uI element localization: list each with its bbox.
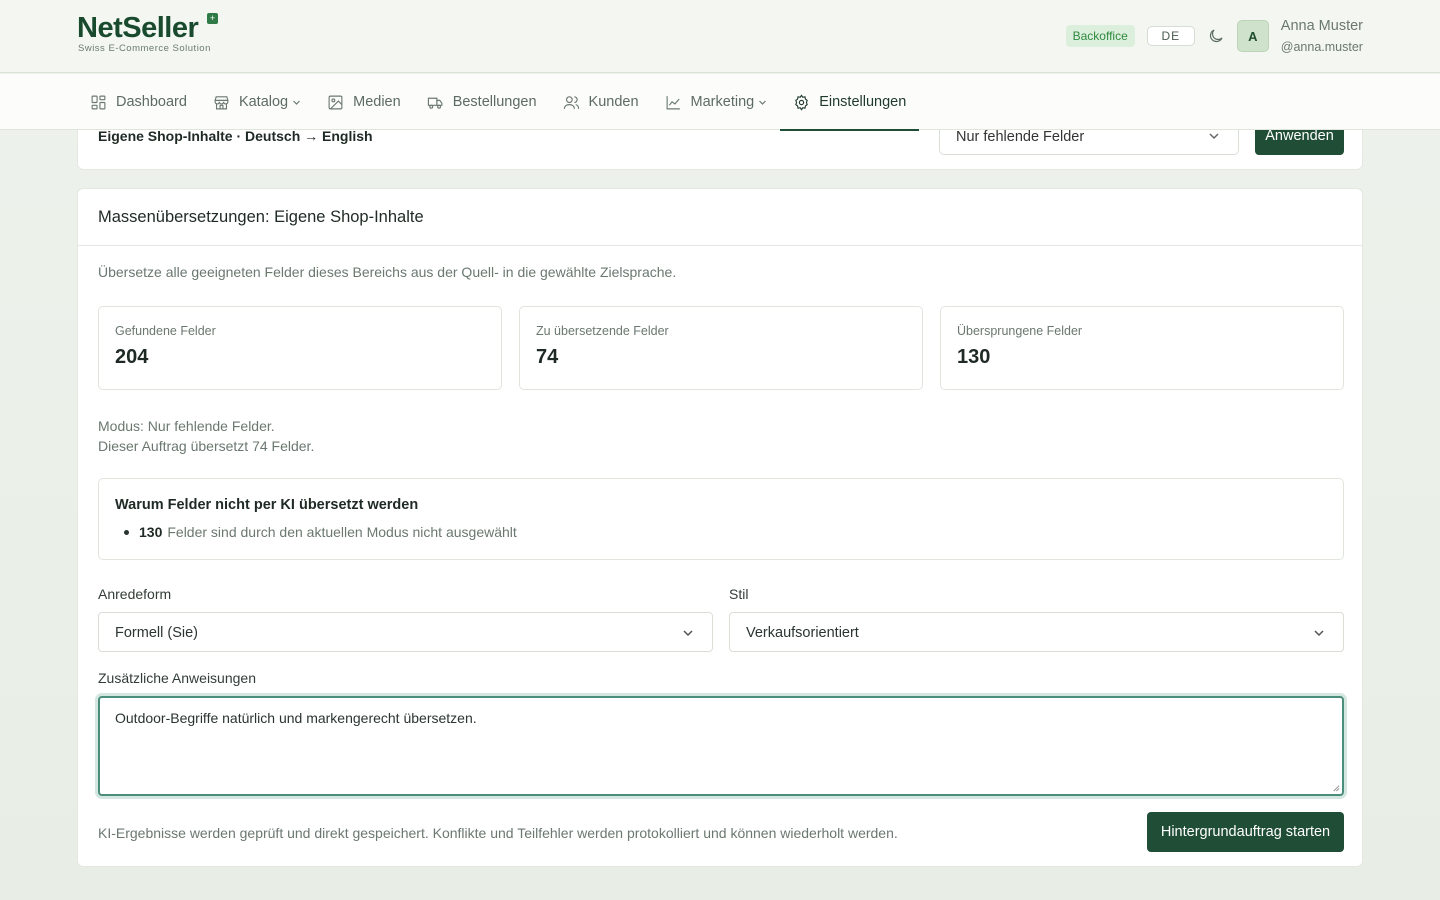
nav-label: Dashboard	[116, 94, 187, 110]
store-icon	[214, 95, 229, 109]
gear-icon	[795, 93, 809, 111]
backoffice-badge: Backoffice	[1065, 25, 1135, 47]
mode-line: Modus: Nur fehlende Felder.	[98, 418, 275, 434]
instructions-value: Outdoor-Begriffe natürlich und markenger…	[115, 710, 477, 726]
stat-label: Zu übersetzende Felder	[536, 324, 669, 338]
skip-reasons-box: Warum Felder nicht per KI übersetzt werd…	[98, 478, 1344, 560]
skip-reason-text: Felder sind durch den aktuellen Modus ni…	[167, 524, 517, 540]
image-icon	[328, 95, 343, 109]
card-title: Massenübersetzungen: Eigene Shop-Inhalte	[78, 189, 1362, 246]
nav-item-bestellungen[interactable]: Bestellungen	[414, 74, 550, 130]
stat-skipped-fields: Übersprungene Felder 130	[940, 306, 1344, 390]
stat-found-fields: Gefundene Felder 204	[98, 306, 502, 390]
chevron-down-icon	[293, 100, 301, 105]
nav-item-katalog[interactable]: Katalog	[200, 74, 314, 130]
stil-select-value: Verkaufsorientiert	[746, 625, 859, 641]
brand-name-part2: Seller	[122, 12, 199, 44]
nav-item-medien[interactable]: Medien	[314, 74, 414, 130]
bulk-translation-card: Massenübersetzungen: Eigene Shop-Inhalte…	[77, 188, 1363, 867]
scope-breadcrumb: Eigene Shop-Inhalte · Deutsch → English	[98, 128, 373, 144]
mode-summary: Modus: Nur fehlende Felder. Dieser Auftr…	[98, 416, 314, 456]
nav-label: Marketing	[690, 94, 755, 110]
anrede-label: Anredeform	[98, 586, 172, 602]
brand-plus-badge: +	[207, 13, 218, 24]
intro-text: Übersetze alle geeigneten Felder dieses …	[98, 264, 677, 280]
user-info[interactable]: Anna Muster @anna.muster	[1281, 19, 1363, 53]
stil-select[interactable]: Verkaufsorientiert	[729, 612, 1344, 652]
header-actions: Backoffice DE A Anna Muster @anna.muster	[1065, 19, 1363, 53]
main-navigation: Dashboard Katalog Medien Bestellungen Ku…	[0, 74, 1440, 131]
moon-icon[interactable]	[1207, 27, 1225, 45]
stats-row: Gefundene Felder 204 Zu übersetzende Fel…	[98, 306, 1344, 390]
chevron-down-icon	[759, 100, 767, 105]
language-switch[interactable]: DE	[1146, 26, 1195, 46]
nav-label: Einstellungen	[819, 94, 907, 110]
anrede-select[interactable]: Formell (Sie)	[98, 612, 713, 652]
nav-item-kunden[interactable]: Kunden	[550, 74, 652, 130]
nav-label: Kunden	[588, 94, 639, 110]
nav-label: Bestellungen	[452, 94, 537, 110]
stat-value: 74	[536, 346, 559, 368]
instructions-label: Zusätzliche Anweisungen	[98, 670, 256, 686]
chevron-down-icon	[1209, 133, 1219, 140]
nav-item-marketing[interactable]: Marketing	[652, 74, 781, 130]
brand-logo[interactable]: NetSeller + Swiss E-Commerce Solution	[77, 12, 218, 54]
anrede-select-value: Formell (Sie)	[115, 625, 198, 641]
skip-count: 130	[139, 524, 163, 540]
dashboard-icon	[91, 95, 106, 109]
resize-handle-icon[interactable]	[1331, 783, 1340, 792]
chevron-down-icon	[1314, 630, 1324, 637]
brand-name-part1: Net	[77, 12, 123, 44]
stat-value: 130	[957, 346, 991, 368]
list-item: 130 Felder sind durch den aktuellen Modu…	[115, 524, 1327, 540]
job-count-line: Dieser Auftrag übersetzt 74 Felder.	[98, 438, 315, 454]
avatar[interactable]: A	[1236, 20, 1269, 52]
brand-tagline: Swiss E-Commerce Solution	[78, 43, 211, 54]
nav-label: Medien	[353, 94, 401, 110]
chevron-down-icon	[683, 630, 693, 637]
stat-label: Übersprungene Felder	[957, 324, 1083, 338]
start-background-job-button[interactable]: Hintergrundauftrag starten	[1147, 812, 1344, 852]
stil-label: Stil	[729, 586, 749, 602]
instructions-textarea[interactable]: Outdoor-Begriffe natürlich und markenger…	[98, 696, 1344, 796]
skip-reasons-title: Warum Felder nicht per KI übersetzt werd…	[115, 497, 419, 513]
nav-item-einstellungen[interactable]: Einstellungen	[780, 74, 920, 131]
truck-icon	[427, 97, 443, 109]
user-name: Anna Muster	[1280, 18, 1363, 34]
footer-note: KI-Ergebnisse werden geprüft und direkt …	[98, 825, 898, 841]
mode-select-value: Nur fehlende Felder	[956, 129, 1085, 145]
stat-to-translate-fields: Zu übersetzende Felder 74	[519, 306, 923, 390]
top-header: NetSeller + Swiss E-Commerce Solution Ba…	[0, 0, 1440, 73]
stat-value: 204	[115, 346, 149, 368]
users-icon	[563, 95, 579, 109]
chart-icon	[666, 95, 680, 109]
user-handle: @anna.muster	[1280, 39, 1363, 54]
nav-item-dashboard[interactable]: Dashboard	[77, 74, 200, 130]
nav-label: Katalog	[238, 94, 289, 110]
stat-label: Gefundene Felder	[115, 324, 216, 338]
